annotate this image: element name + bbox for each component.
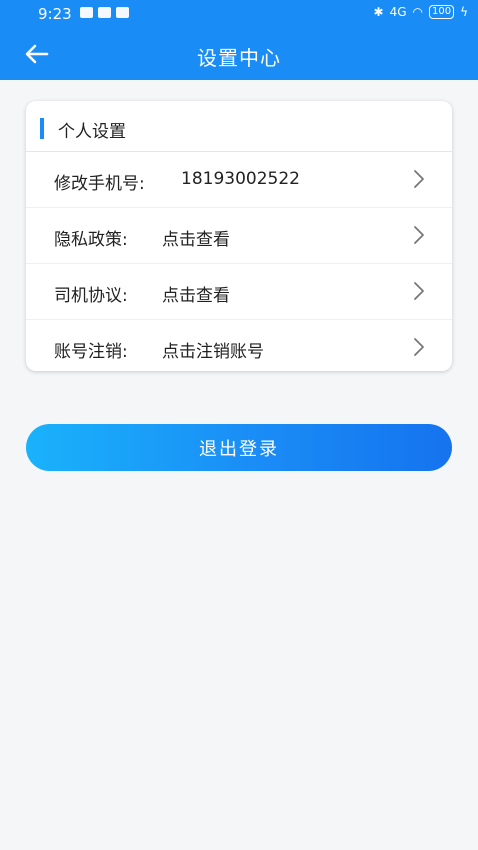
status-bar: 9:23 ✱ 4G ◠ 100 ϟ [0,0,478,28]
section-accent-bar [40,118,44,139]
chevron-right-icon [414,338,424,356]
setting-row-driver-agreement[interactable]: 司机协议: 点击查看 [26,264,452,320]
settings-card: 个人设置 修改手机号: 18193002522 隐私政策: 点击查看 司机协议:… [26,101,452,371]
notification-icon [116,7,129,18]
top-bar: 9:23 ✱ 4G ◠ 100 ϟ 设置中心 [0,0,478,80]
chevron-right-icon [414,226,424,244]
status-right: ✱ 4G ◠ 100 ϟ [373,5,468,19]
setting-value: 18193002522 [181,169,300,189]
battery-icon: 100 [428,5,455,19]
charging-icon: ϟ [460,5,468,19]
network-label: 4G [389,5,407,19]
nav-bar: 设置中心 [0,28,478,80]
chevron-right-icon [414,170,424,188]
setting-label: 修改手机号: [54,174,145,194]
setting-row-privacy-policy[interactable]: 隐私政策: 点击查看 [26,208,452,264]
page-title: 设置中心 [197,46,281,70]
section-title: 个人设置 [58,122,126,142]
setting-label: 隐私政策: [54,230,128,250]
section-header: 个人设置 [26,101,452,152]
notification-icon [80,7,93,18]
wifi-icon: ◠ [412,5,423,19]
chevron-right-icon [414,282,424,300]
status-time: 9:23 [38,5,72,23]
logout-button[interactable]: 退出登录 [26,424,452,471]
battery-level: 100 [431,6,452,17]
setting-value: 点击注销账号 [162,342,264,362]
setting-value: 点击查看 [162,230,230,250]
bluetooth-icon: ✱ [373,5,384,19]
setting-row-change-phone[interactable]: 修改手机号: 18193002522 [26,152,452,208]
setting-label: 司机协议: [54,286,128,306]
setting-row-delete-account[interactable]: 账号注销: 点击注销账号 [26,320,452,371]
setting-value: 点击查看 [162,286,230,306]
notification-icons [80,7,129,18]
setting-label: 账号注销: [54,342,128,362]
notification-icon [98,7,111,18]
